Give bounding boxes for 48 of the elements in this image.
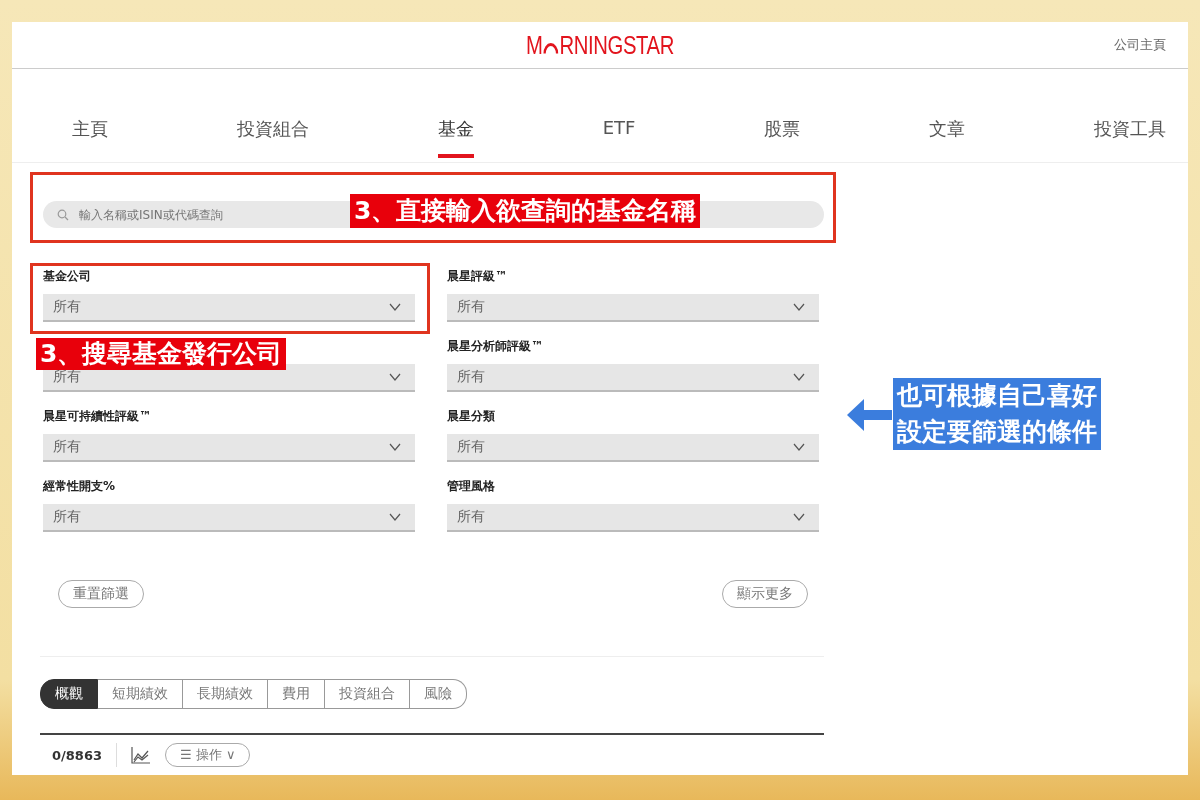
view-tab[interactable]: 費用 bbox=[268, 679, 325, 709]
nav-tab[interactable]: 基金 bbox=[437, 117, 474, 158]
nav-tab[interactable]: 投資工具 bbox=[1094, 117, 1166, 158]
chevron-icon bbox=[389, 303, 401, 311]
chevron-icon bbox=[793, 443, 805, 451]
chevron-icon bbox=[389, 373, 401, 381]
reset-filters-button[interactable]: 重置篩選 bbox=[58, 580, 144, 608]
chevron-icon bbox=[793, 373, 805, 381]
filter-dropdown[interactable]: 所有 bbox=[447, 434, 819, 462]
filter-dropdown[interactable]: 所有 bbox=[447, 364, 819, 392]
filter-dropdown[interactable]: 所有 bbox=[43, 504, 415, 532]
arrow-icon bbox=[846, 397, 892, 433]
filter-label: 晨星可持續性評級™ bbox=[43, 409, 151, 423]
logo-text: M bbox=[525, 29, 543, 61]
view-tab[interactable]: 風險 bbox=[410, 679, 467, 709]
company-home-link[interactable]: 公司主頁 bbox=[1114, 36, 1166, 54]
nav-tab[interactable]: 文章 bbox=[929, 117, 966, 158]
filter-label: 晨星分類 bbox=[447, 409, 495, 423]
chevron-icon bbox=[389, 513, 401, 521]
filter-label: 晨星評級™ bbox=[447, 269, 507, 283]
actions-button[interactable]: ☰ 操作 ∨ bbox=[165, 743, 251, 767]
annotation-callout: 也可根據自己喜好 設定要篩選的條件 bbox=[893, 378, 1101, 450]
filter-dropdown[interactable]: 所有 bbox=[447, 504, 819, 532]
annotation-tooltip: 3、直接輸入欲查詢的基金名稱 bbox=[350, 194, 701, 228]
view-tab[interactable]: 長期績效 bbox=[183, 679, 268, 709]
chevron-icon bbox=[389, 443, 401, 451]
filter-label: 經常性開支% bbox=[43, 479, 116, 493]
result-count: 0/8863 bbox=[52, 747, 102, 763]
nav-tab[interactable]: 主頁 bbox=[72, 117, 108, 158]
filter-label: 基金公司 bbox=[43, 269, 91, 283]
logo-arc-icon bbox=[543, 42, 559, 54]
chart-icon[interactable] bbox=[131, 746, 151, 764]
nav-tab[interactable]: 投資組合 bbox=[236, 117, 309, 158]
filter-dropdown[interactable]: 所有 bbox=[43, 434, 415, 462]
filter-label: 晨星分析師評級™ bbox=[447, 339, 543, 353]
nav-tab[interactable]: 股票 bbox=[764, 117, 801, 158]
filter-dropdown[interactable]: 所有 bbox=[43, 294, 415, 322]
show-more-button[interactable]: 顯示更多 bbox=[722, 580, 808, 608]
annotation-tooltip: 3、搜尋基金發行公司 bbox=[36, 338, 287, 370]
view-tab[interactable]: 投資組合 bbox=[325, 679, 410, 709]
view-tab[interactable]: 短期績效 bbox=[98, 679, 183, 709]
logo-text: RNINGSTAR bbox=[559, 29, 675, 61]
filter-label: 管理風格 bbox=[447, 479, 495, 493]
filter-dropdown[interactable]: 所有 bbox=[447, 294, 819, 322]
chevron-icon bbox=[793, 513, 805, 521]
chevron-icon bbox=[793, 303, 805, 311]
view-tab[interactable]: 概觀 bbox=[40, 679, 98, 709]
nav-tab[interactable]: ETF bbox=[602, 117, 636, 158]
